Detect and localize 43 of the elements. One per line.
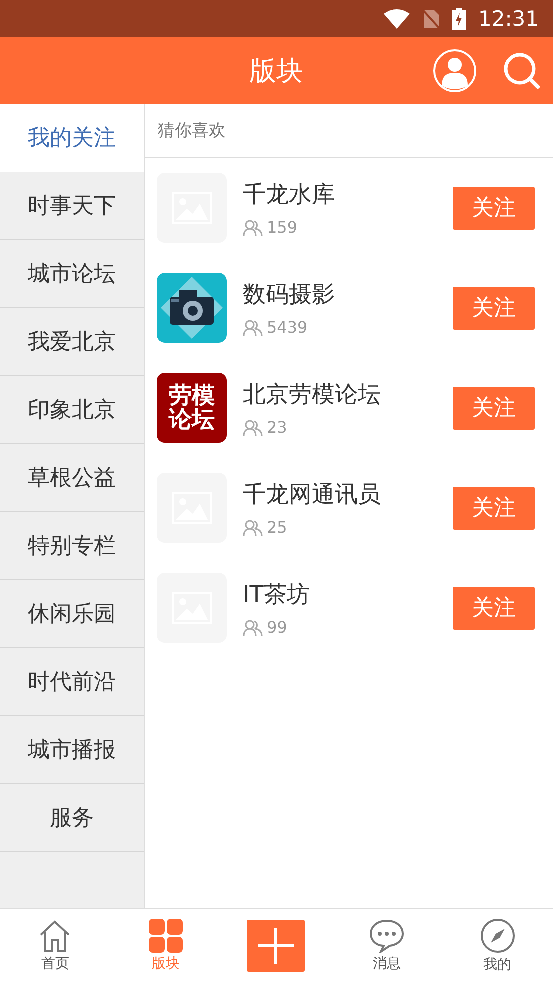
forum-name[interactable]: IT茶坊 — [243, 579, 453, 610]
sidebar-item[interactable]: 城市播报 — [0, 716, 144, 784]
member-count: 99 — [267, 618, 288, 637]
sidebar-item[interactable]: 草根公益 — [0, 444, 144, 512]
sidebar-item[interactable]: 时事天下 — [0, 172, 144, 240]
sidebar-item[interactable]: 我的关注 — [0, 104, 144, 172]
battery-charging-icon — [452, 8, 466, 30]
forum-name[interactable]: 数码摄影 — [243, 279, 453, 310]
search-icon[interactable] — [503, 52, 541, 90]
wifi-icon — [384, 8, 410, 28]
add-button[interactable] — [247, 920, 306, 972]
chat-icon — [369, 919, 406, 953]
sidebar-item[interactable]: 特别专栏 — [0, 512, 144, 580]
member-count: 25 — [267, 518, 288, 537]
members-icon — [243, 418, 263, 436]
forum-name[interactable]: 千龙水库 — [243, 179, 453, 210]
members-icon — [243, 518, 263, 536]
member-count: 5439 — [267, 318, 308, 337]
status-time: 12:31 — [478, 6, 539, 30]
compass-icon — [480, 918, 516, 954]
home-icon — [38, 919, 72, 953]
nav-tab[interactable]: 消息 — [332, 909, 442, 983]
sidebar-item[interactable]: 休闲乐园 — [0, 580, 144, 648]
members-icon — [243, 318, 263, 336]
member-count: 159 — [267, 218, 298, 237]
sidebar-item[interactable]: 我爱北京 — [0, 308, 144, 376]
section-header: 猜你喜欢 — [145, 104, 553, 158]
nav-tab[interactable]: 我的 — [442, 909, 553, 983]
no-sim-icon — [422, 8, 440, 28]
forum-name[interactable]: 北京劳模论坛 — [243, 379, 453, 410]
sidebar-item[interactable]: 印象北京 — [0, 376, 144, 444]
page-title: 版块 — [250, 54, 304, 88]
members-icon — [243, 618, 263, 636]
member-count: 23 — [267, 418, 288, 437]
sidebar-item[interactable]: 城市论坛 — [0, 240, 144, 308]
sidebar-item[interactable]: 时代前沿 — [0, 648, 144, 716]
grid-icon — [148, 919, 184, 953]
sidebar-item[interactable]: 服务 — [0, 784, 144, 852]
members-icon — [243, 218, 263, 236]
user-icon[interactable] — [433, 48, 477, 92]
forum-logo: 劳模论坛 — [157, 373, 227, 443]
nav-tab[interactable]: 首页 — [0, 909, 111, 983]
forum-name[interactable]: 千龙网通讯员 — [243, 479, 453, 510]
